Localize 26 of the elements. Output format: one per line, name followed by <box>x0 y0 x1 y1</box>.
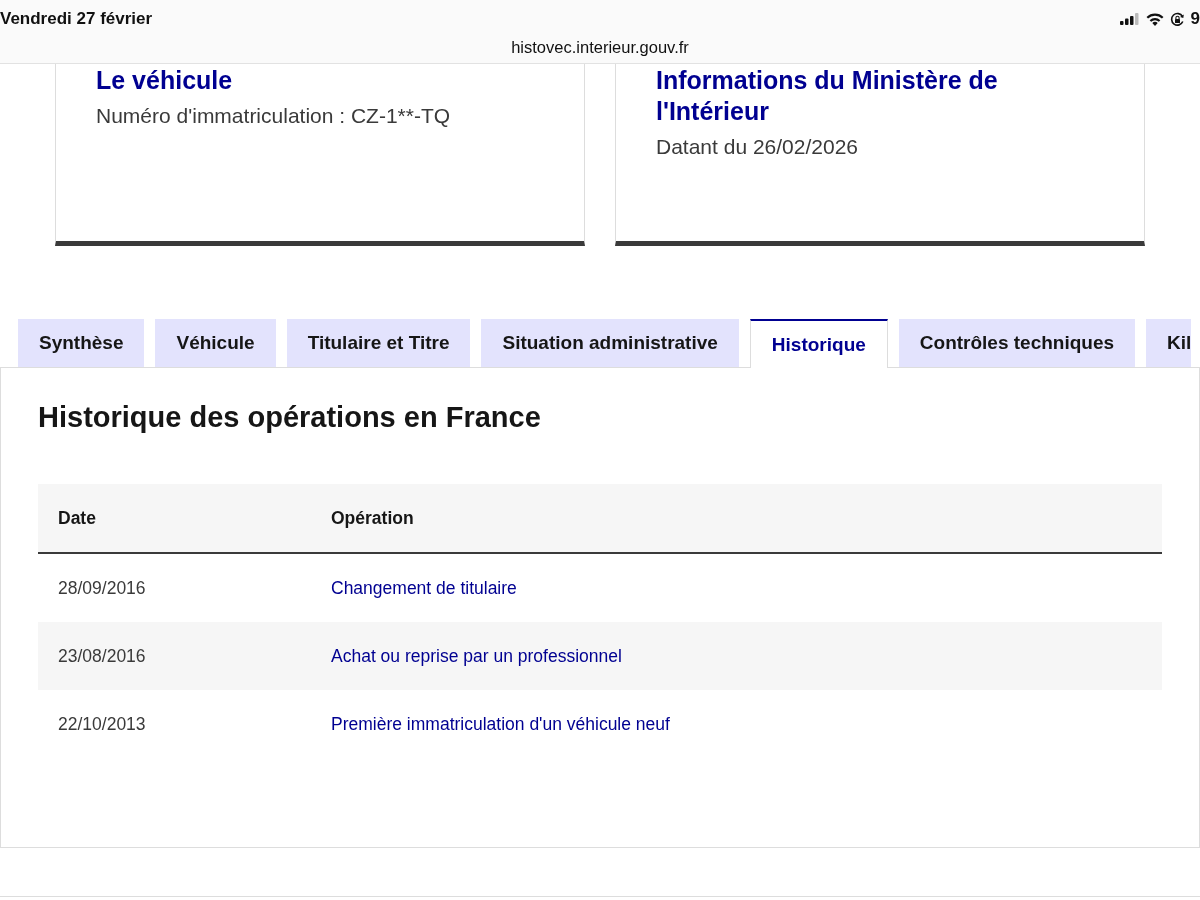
tab[interactable]: Synthèse <box>18 319 145 367</box>
date-cell: 22/10/2013 <box>38 690 311 758</box>
column-header: Opération <box>311 484 1162 553</box>
battery-percentage: 9 <box>1190 9 1200 29</box>
url-text: histovec.interieur.gouv.fr <box>511 38 689 57</box>
column-header: Date <box>38 484 311 553</box>
signal-icon <box>1119 13 1140 25</box>
operation-cell: Changement de titulaire <box>311 553 1162 622</box>
section-heading: Historique des opérations en France <box>38 400 542 435</box>
tab[interactable]: Véhicule <box>155 319 276 367</box>
wifi-icon <box>1145 12 1164 26</box>
card-title: Le véhicule <box>96 65 234 96</box>
date-cell: 28/09/2016 <box>38 553 311 622</box>
tab[interactable]: Situation administrative <box>481 319 739 367</box>
tab[interactable]: Contrôles techniques <box>898 319 1136 367</box>
card-title: Informations du Ministère de l'Intérieur <box>656 65 999 127</box>
status-date: Vendredi 27 février <box>0 9 153 29</box>
tab[interactable]: Historique <box>749 319 888 368</box>
card-text: Datant du 26/02/2026 <box>656 134 859 160</box>
card-text: Numéro d'immatriculation : CZ-1**-TQ <box>96 103 452 129</box>
orientation-lock-icon <box>1169 11 1185 27</box>
date-cell: 23/08/2016 <box>38 622 311 690</box>
operation-cell: Première immatriculation d'un véhicule neuf <box>311 690 1162 758</box>
tab[interactable]: Kil <box>1146 319 1192 367</box>
tab[interactable]: Titulaire et Titre <box>286 319 471 367</box>
operation-cell: Achat ou reprise par un professionnel <box>311 622 1162 690</box>
